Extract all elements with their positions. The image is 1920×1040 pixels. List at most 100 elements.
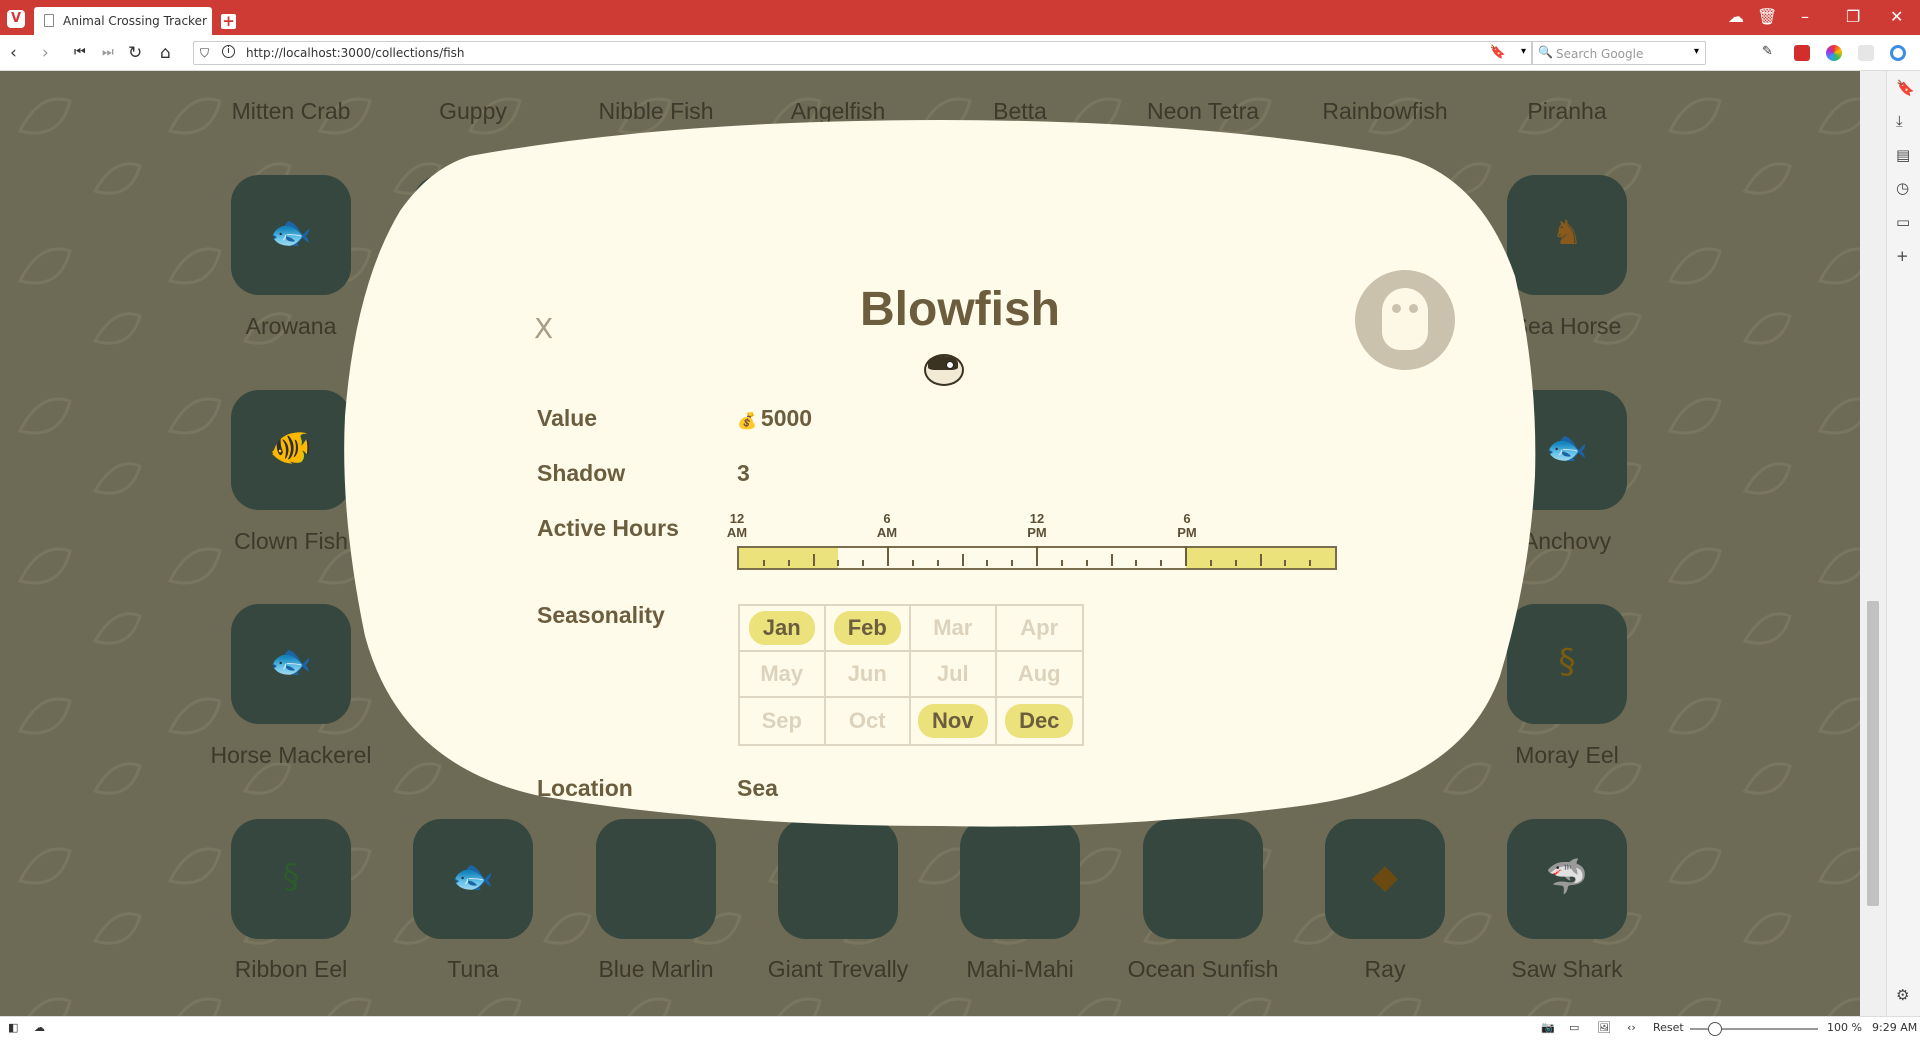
month-oct: Oct [826,698,911,744]
fish-label[interactable]: Tuna [373,956,573,983]
search-placeholder: Search Google [1556,47,1644,61]
tuna-icon: 🐟 [451,857,495,897]
fish-label[interactable]: Ray [1285,956,1485,983]
hour-tick [1284,560,1287,566]
downloads-icon[interactable]: ⤓ [1896,112,1903,130]
notes-icon[interactable]: ▤ [1896,146,1910,164]
bookmark-icon[interactable]: 🔖 [1490,45,1506,60]
add-panel-icon[interactable]: + [1896,247,1909,265]
code-icon[interactable]: ‹› [1627,1021,1636,1034]
settings-gear-icon[interactable]: ⚙ [1896,986,1909,1004]
fish-label[interactable]: Saw Shark [1467,956,1667,983]
panel-toggle-icon[interactable]: ◧ [8,1021,18,1034]
restore-button[interactable]: ❐ [1846,8,1860,26]
hour-tick [787,560,790,566]
fish-label[interactable]: Ocean Sunfish [1103,956,1303,983]
bookmarks-panel-icon[interactable]: 🔖 [1896,79,1915,97]
new-tab-button[interactable]: + [221,14,236,29]
fish-title: Blowfish [860,283,1060,336]
address-toolbar: ‹ › ⏮ ⏭ ↻ ⌂ ⛉ i http://localhost:3000/co… [0,35,1920,71]
clown-fish-icon: 🐠 [269,428,313,468]
cloud-sync-icon[interactable]: ☁ [34,1021,45,1034]
zoom-slider-knob[interactable] [1708,1022,1722,1036]
location-label: Location [537,775,633,801]
hour-tick [1309,560,1312,566]
hour-tick [1110,554,1113,566]
home-button[interactable]: ⌂ [160,44,171,62]
close-window-button[interactable]: ✕ [1890,8,1903,26]
sync-icon[interactable] [1890,45,1906,61]
fish-label[interactable]: Giant Trevally [738,956,938,983]
fish-tile-ray[interactable]: ◆ [1325,819,1445,939]
hour-tick [812,554,815,566]
search-engine-dropdown[interactable]: ▾ [1694,46,1699,57]
fish-tile-saw-shark[interactable]: 🦈 [1507,819,1627,939]
fish-tile-clown-fish[interactable]: 🐠 [231,390,351,510]
pen-icon[interactable]: ✎ [1762,44,1778,60]
fast-forward-button[interactable]: ⏭ [102,44,114,62]
back-button[interactable]: ‹ [10,44,17,62]
month-mar: Mar [911,606,997,652]
seasonality-label: Seasonality [537,602,665,628]
hour-tick-label: 12 PM [1027,511,1047,540]
history-icon[interactable]: ◷ [1896,179,1909,197]
search-input[interactable]: 🔍 Search Google ▾ [1531,41,1706,65]
fish-tile-arowana[interactable]: 🐟 [231,175,351,295]
location-value: Sea [737,775,778,801]
fish-label[interactable]: Blue Marlin [556,956,756,983]
extension-gray-icon[interactable] [1858,45,1874,61]
url-text[interactable]: http://localhost:3000/collections/fish [246,46,465,60]
tile-icon[interactable]: ▭ [1569,1021,1579,1034]
vivaldi-logo-icon[interactable]: V [7,10,25,28]
fish-tile-blue-marlin[interactable] [596,819,716,939]
trash-icon[interactable]: 🗑 [1757,8,1777,26]
cloud-icon[interactable]: ☁ [1728,8,1744,26]
fish-tile-ocean-sunfish[interactable] [1143,819,1263,939]
camera-icon[interactable]: 📷 [1541,1021,1555,1034]
minimize-button[interactable]: – [1801,8,1809,26]
hour-tick [1185,546,1187,566]
fish-tile-ribbon-eel[interactable]: § [231,819,351,939]
fish-label[interactable]: Ribbon Eel [191,956,391,983]
shadow-label: Shadow [537,460,626,486]
shield-icon[interactable]: ⛉ [200,46,209,61]
color-picker-icon[interactable] [1826,45,1842,61]
rewind-button[interactable]: ⏮ [74,44,86,62]
fish-tile-mahi-mahi[interactable] [960,819,1080,939]
reload-button[interactable]: ↻ [128,44,142,62]
scrollbar-thumb[interactable] [1867,601,1879,906]
hour-tick [887,546,889,566]
fish-label[interactable]: Mahi-Mahi [920,956,1120,983]
fish-tile-giant-trevally[interactable] [778,819,898,939]
hour-tick [986,560,989,566]
clock: 9:29 AM [1872,1021,1918,1034]
info-icon[interactable]: i [222,45,235,58]
active-hours-timeline: 12 AM 6 AM 12 PM 6 PM [727,511,1337,574]
forward-button[interactable]: › [42,44,49,62]
hour-tick [1135,560,1138,566]
month-jul: Jul [911,652,997,698]
window-panel-icon[interactable]: ▭ [1896,213,1910,231]
zoom-level: 100 % [1827,1021,1862,1034]
fish-tile-tuna[interactable]: 🐟 [413,819,533,939]
month-dec: Dec [997,698,1083,744]
hour-tick [762,560,765,566]
search-icon: 🔍 [1538,45,1553,59]
url-field[interactable]: ⛉ i http://localhost:3000/collections/fi… [193,41,1533,65]
extension-red-icon[interactable] [1794,45,1810,61]
shadow-value: 3 [737,460,750,486]
month-aug: Aug [996,652,1082,698]
browser-titlebar: V Animal Crossing Tracker + ☁ 🗑 – ❐ ✕ [0,0,1920,35]
image-icon[interactable]: 🖼 [1597,1021,1611,1034]
zoom-reset-button[interactable]: Reset [1653,1021,1684,1034]
fish-tile-horse-mackerel[interactable]: 🐟 [231,604,351,724]
hour-tick [1259,554,1262,566]
page-scrollbar[interactable] [1860,71,1886,1016]
value-number: 5000 [760,405,813,431]
month-may: May [740,652,826,698]
hour-tick-label: 6 PM [1177,511,1197,540]
browser-tab[interactable]: Animal Crossing Tracker [34,7,212,35]
chevron-down-icon[interactable]: ▾ [1521,46,1526,57]
bell-bag-icon: 💰 [737,413,757,430]
owl-icon[interactable] [1355,270,1455,370]
